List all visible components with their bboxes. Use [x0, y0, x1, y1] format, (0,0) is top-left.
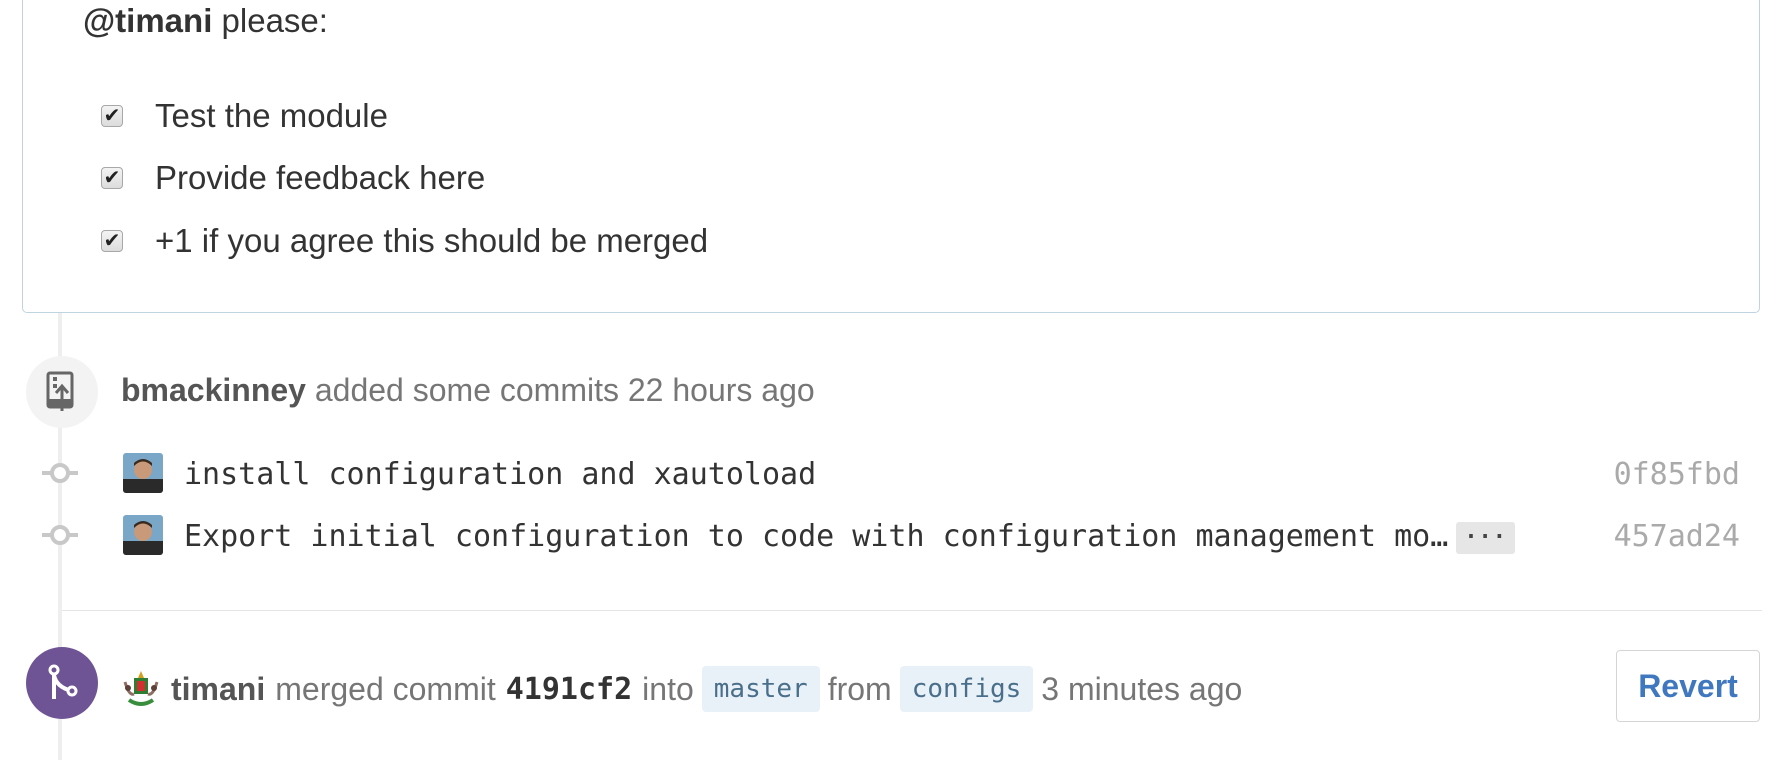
task-label: Provide feedback here [155, 159, 486, 196]
commits-event-badge [26, 356, 98, 428]
merge-text: merged commit [275, 670, 496, 707]
task-item: ✔ Provide feedback here [101, 158, 485, 198]
task-checkbox[interactable]: ✔ [101, 105, 123, 127]
comment-box: @timani please: ✔ Test the module ✔ Prov… [22, 0, 1760, 313]
task-checkbox[interactable]: ✔ [101, 167, 123, 189]
event-action: added some commits 22 hours ago [305, 372, 815, 408]
avatar[interactable] [123, 515, 163, 555]
avatar[interactable] [123, 453, 163, 493]
commit-sha[interactable]: 457ad24 [1614, 519, 1740, 554]
from-text: from [827, 670, 892, 707]
git-merge-icon [48, 664, 78, 699]
merge-event-line: timani merged commit 4191cf2 into master… [121, 666, 1242, 712]
event-author[interactable]: bmackinney [121, 372, 306, 408]
merge-time[interactable]: 3 minutes ago [1041, 671, 1242, 708]
task-item: ✔ Test the module [101, 96, 388, 136]
merge-author[interactable]: timani [171, 671, 265, 708]
commit-row: install configuration and xautoload 0f85… [40, 451, 1740, 495]
commit-message-text[interactable]: Export initial configuration to code wit… [184, 519, 1448, 554]
mention-suffix: please: [212, 2, 328, 39]
base-branch[interactable]: master [701, 666, 820, 712]
avatar[interactable] [121, 668, 161, 710]
head-branch[interactable]: configs [899, 666, 1034, 712]
mention-line: @timani please: [83, 2, 328, 40]
mention-link[interactable]: @timani [83, 2, 212, 39]
into-text: into [642, 670, 694, 707]
repo-push-icon [46, 371, 74, 411]
expand-commit-button[interactable]: ··· [1456, 521, 1516, 554]
commits-event-header: bmackinney added some commits 22 hours a… [121, 372, 815, 409]
merge-commit-sha[interactable]: 4191cf2 [506, 672, 632, 707]
task-checkbox[interactable]: ✔ [101, 230, 123, 252]
commit-row: Export initial configuration to code wit… [40, 513, 1740, 557]
commit-sha[interactable]: 0f85fbd [1614, 457, 1740, 492]
commit-message: Export initial configuration to code wit… [184, 519, 1516, 554]
timeline-divider [62, 610, 1762, 611]
task-item: ✔ +1 if you agree this should be merged [101, 221, 708, 261]
task-label: Test the module [155, 97, 388, 134]
commit-message[interactable]: install configuration and xautoload [184, 457, 816, 492]
revert-button[interactable]: Revert [1616, 650, 1760, 722]
task-label: +1 if you agree this should be merged [155, 222, 709, 259]
commit-node-icon [42, 463, 78, 483]
commit-node-icon [42, 525, 78, 545]
merge-event-badge [26, 647, 98, 719]
